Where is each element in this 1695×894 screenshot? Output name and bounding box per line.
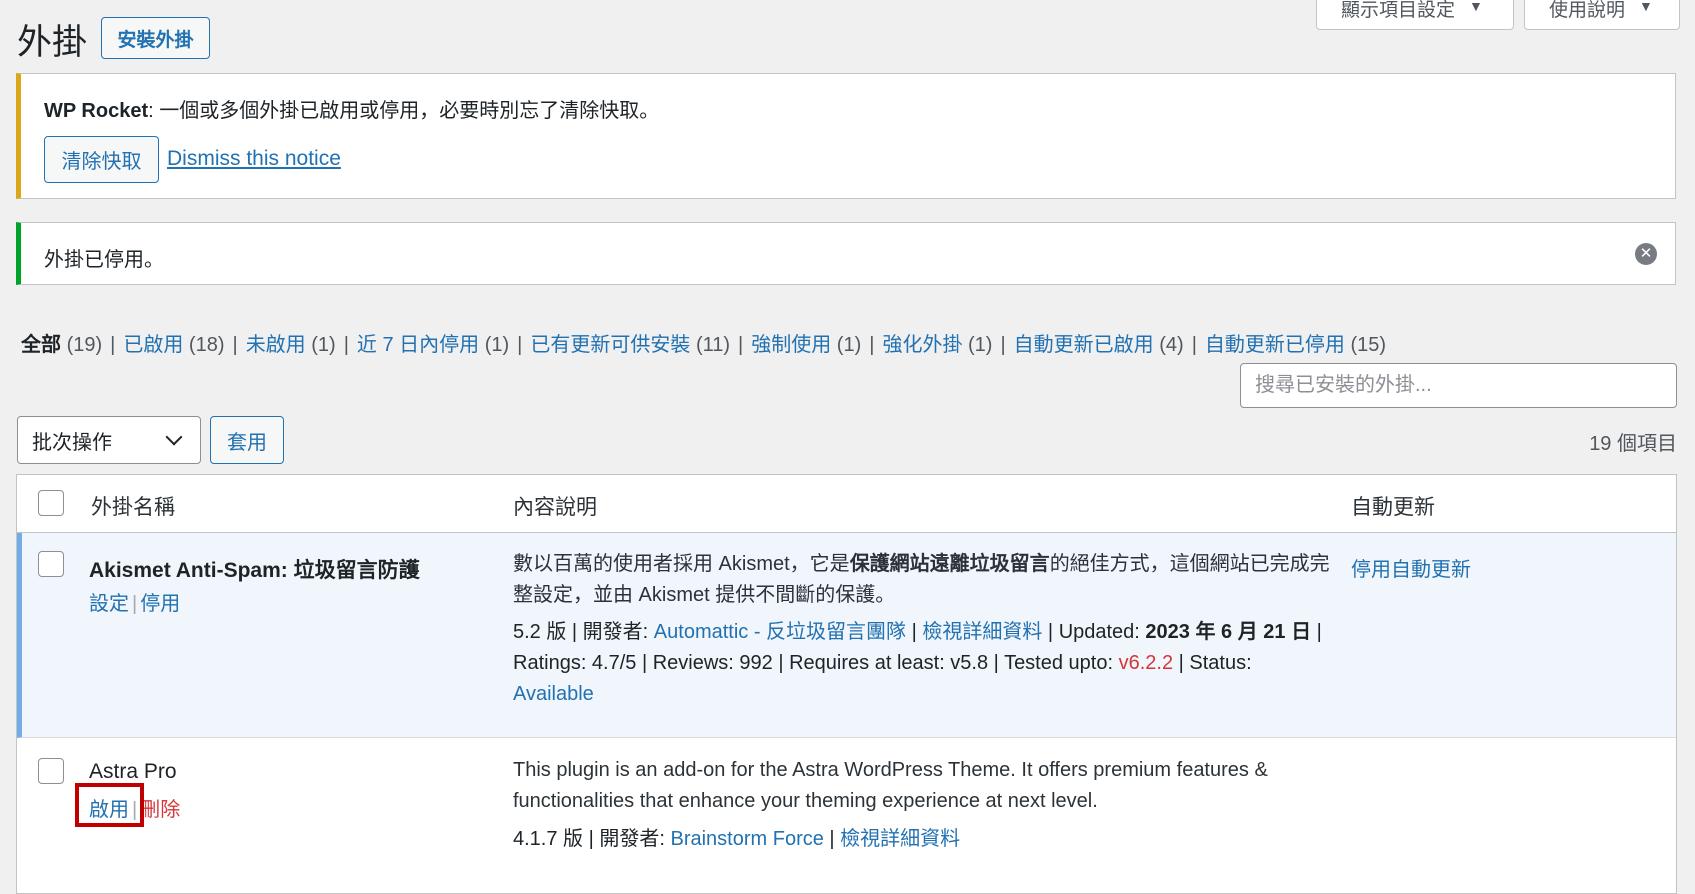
items-count: 19 個項目 bbox=[1589, 433, 1677, 455]
view-details-link[interactable]: 檢視詳細資料 bbox=[922, 621, 1042, 643]
row-checkbox[interactable] bbox=[38, 758, 64, 784]
filter-inactive[interactable]: 未啟用 (1) bbox=[246, 334, 336, 356]
plugin-description: 數以百萬的使用者採用 Akismet，它是保護網站遠離垃圾留言的絕佳方式，這個網… bbox=[513, 553, 1330, 606]
plugin-name: Astra Pro bbox=[89, 760, 177, 783]
table-header: 外掛名稱 內容說明 自動更新 bbox=[17, 475, 1676, 533]
deactivated-notice: 外掛已停用。 ✕ bbox=[16, 222, 1676, 285]
apply-button[interactable]: 套用 bbox=[210, 416, 284, 464]
add-new-plugin-button[interactable]: 安裝外掛 bbox=[101, 17, 210, 59]
screen-options-button[interactable]: 顯示項目設定 ▼ bbox=[1316, 0, 1514, 30]
view-details-link[interactable]: 檢視詳細資料 bbox=[840, 828, 960, 850]
screen-options-label: 顯示項目設定 bbox=[1341, 0, 1456, 21]
filter-auto-update-enabled[interactable]: 自動更新已啟用 (4) bbox=[1014, 334, 1184, 356]
highlight-box bbox=[75, 783, 144, 827]
notice-message: WP Rocket: 一個或多個外掛已啟用或停用，必要時別忘了清除快取。 bbox=[44, 94, 659, 123]
plugin-meta: 5.2 版 | 開發者: Automattic - 反垃圾留言團隊 | 檢視詳細… bbox=[513, 621, 1322, 705]
select-all-checkbox[interactable] bbox=[38, 490, 64, 516]
author-link[interactable]: Automattic - 反垃圾留言團隊 bbox=[654, 621, 906, 643]
settings-link[interactable]: 設定 bbox=[89, 593, 129, 615]
filter-upgrade[interactable]: 已有更新可供安裝 (11) bbox=[530, 334, 730, 356]
row-checkbox[interactable] bbox=[38, 551, 64, 577]
filter-dropins[interactable]: 強化外掛 (1) bbox=[882, 334, 992, 356]
help-label: 使用說明 bbox=[1549, 0, 1626, 21]
close-icon[interactable]: ✕ bbox=[1635, 243, 1657, 265]
deactivate-link[interactable]: 停用 bbox=[140, 593, 180, 615]
plugin-name: Akismet Anti-Spam: 垃圾留言防護 bbox=[89, 559, 420, 582]
column-auto-update: 自動更新 bbox=[1351, 496, 1435, 519]
filter-mustuse[interactable]: 強制使用 (1) bbox=[751, 334, 861, 356]
help-button[interactable]: 使用說明 ▼ bbox=[1524, 0, 1680, 30]
bulk-action-value: 批次操作 bbox=[32, 431, 112, 454]
plugins-table: 外掛名稱 內容說明 自動更新 Akismet Anti-Spam: 垃圾留言防護… bbox=[16, 474, 1677, 894]
notice-brand: WP Rocket bbox=[44, 100, 149, 122]
author-link[interactable]: Brainstorm Force bbox=[670, 828, 823, 850]
table-row: Astra Pro 啟用 | 刪除 This plugin is an add-on… bbox=[17, 738, 1676, 893]
column-description: 內容說明 bbox=[513, 496, 597, 519]
filter-all[interactable]: 全部 (19) bbox=[21, 334, 102, 356]
delete-link[interactable]: 刪除 bbox=[140, 799, 180, 821]
wp-rocket-notice: WP Rocket: 一個或多個外掛已啟用或停用，必要時別忘了清除快取。 清除快… bbox=[16, 73, 1676, 199]
plugin-search-input[interactable] bbox=[1240, 363, 1677, 408]
filter-recently-deactivated[interactable]: 近 7 日內停用 (1) bbox=[357, 334, 509, 356]
row-actions: 設定 | 停用 bbox=[89, 593, 181, 615]
table-row: Akismet Anti-Spam: 垃圾留言防護 設定 | 停用 數以百萬的使用者… bbox=[17, 533, 1676, 738]
clear-cache-button[interactable]: 清除快取 bbox=[44, 136, 159, 183]
disable-auto-update-link[interactable]: 停用自動更新 bbox=[1351, 553, 1471, 582]
status-link[interactable]: Available bbox=[513, 683, 594, 705]
notice-text: : 一個或多個外掛已啟用或停用，必要時別忘了清除快取。 bbox=[148, 100, 660, 122]
triangle-down-icon: ▼ bbox=[1469, 0, 1483, 14]
page-title: 外掛 bbox=[17, 23, 88, 62]
plugin-status-filters: 全部 (19) | 已啟用 (18) | 未啟用 (1) | 近 7 日內停用 (1) | 已有… bbox=[21, 334, 1387, 356]
notice-message: 外掛已停用。 bbox=[44, 249, 164, 271]
chevron-down-icon bbox=[165, 428, 183, 446]
plugin-description: This plugin is an add-on for the Astra W… bbox=[513, 759, 1268, 812]
column-name: 外掛名稱 bbox=[91, 496, 175, 519]
bulk-action-select[interactable]: 批次操作 bbox=[17, 416, 201, 464]
filter-auto-update-disabled[interactable]: 自動更新已停用 (15) bbox=[1205, 334, 1386, 356]
plugin-meta: 4.1.7 版 | 開發者: Brainstorm Force | 檢視詳細資料 bbox=[513, 828, 961, 850]
triangle-down-icon: ▼ bbox=[1639, 0, 1653, 14]
dismiss-notice-link[interactable]: Dismiss this notice bbox=[167, 147, 341, 171]
filter-active[interactable]: 已啟用 (18) bbox=[123, 334, 224, 356]
